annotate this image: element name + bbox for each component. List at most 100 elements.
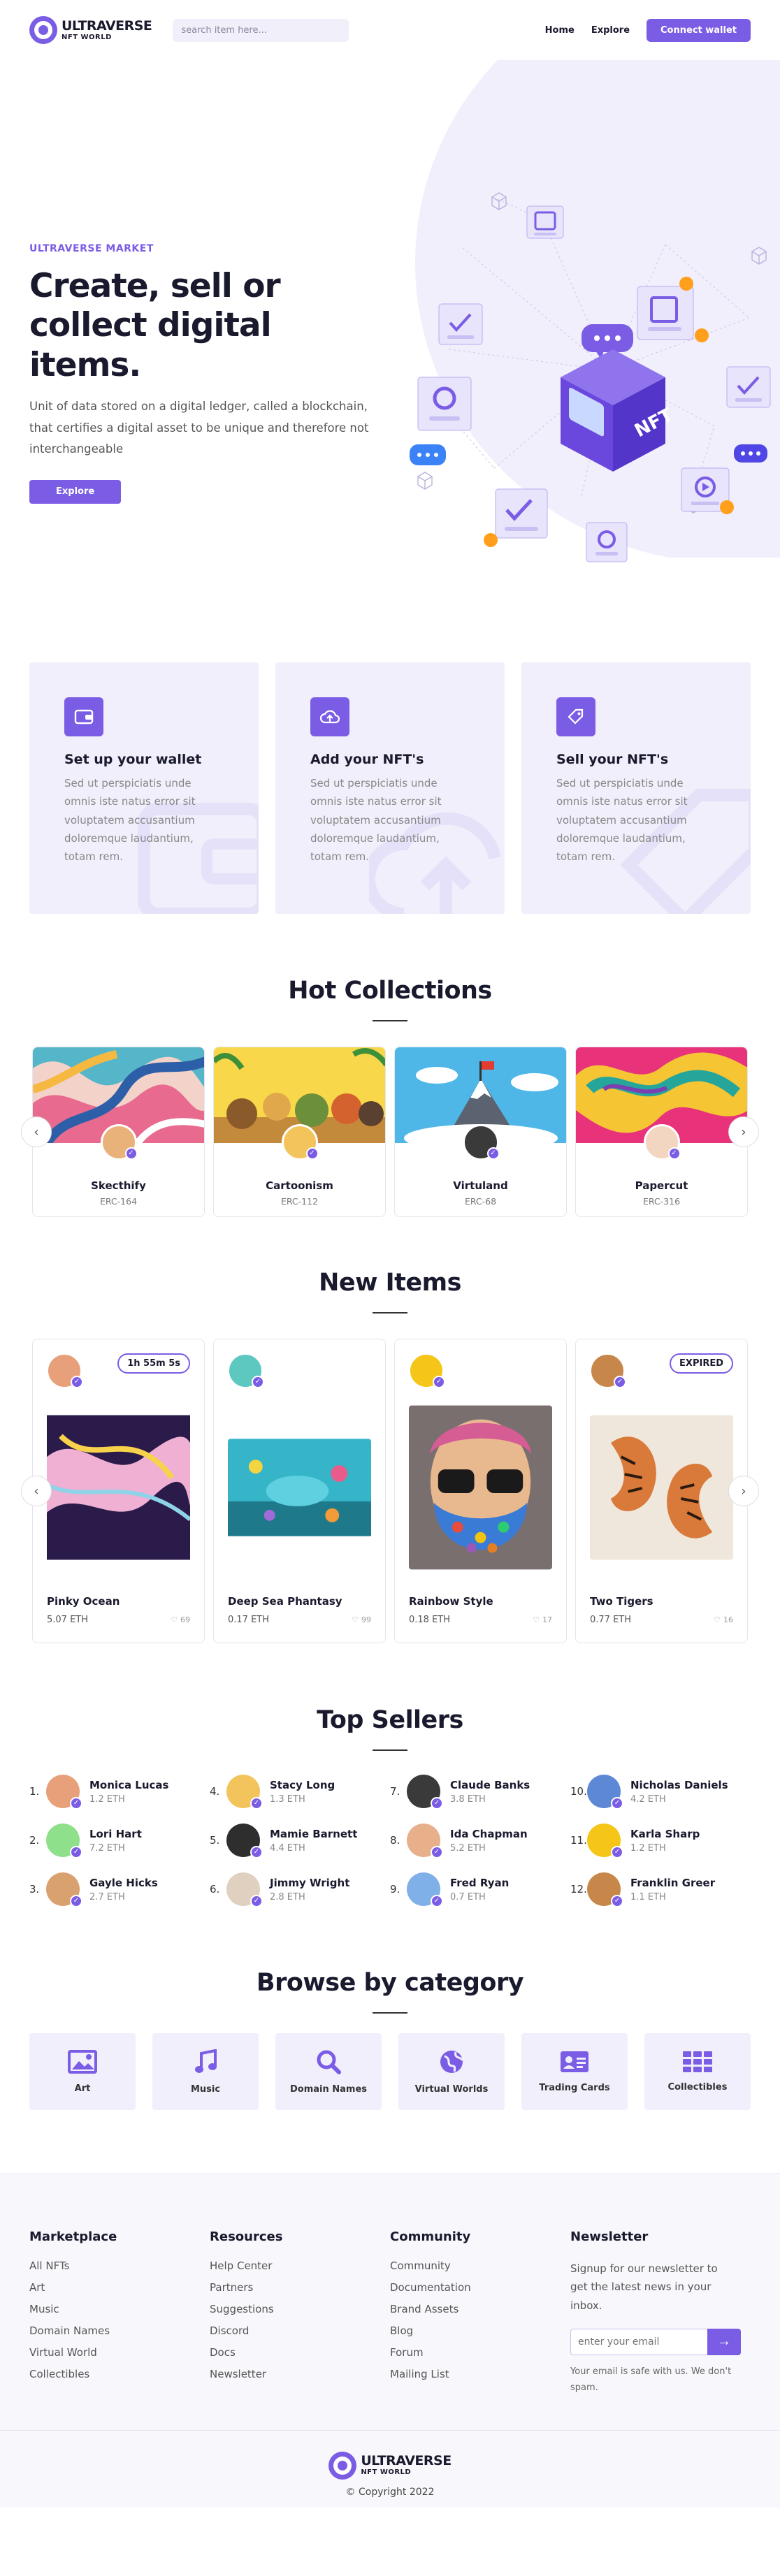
- newsletter-email-input[interactable]: [570, 2328, 707, 2355]
- footer-link[interactable]: Community: [390, 2260, 570, 2272]
- seller-item[interactable]: 4. ✓ Stacy Long 1.3 ETH: [210, 1775, 390, 1810]
- category-music[interactable]: Music: [152, 2033, 259, 2110]
- nav-explore-link[interactable]: Explore: [591, 25, 630, 36]
- item-name: Pinky Ocean: [47, 1595, 120, 1608]
- seller-item[interactable]: 5. ✓ Mamie Barnett 4.4 ETH: [210, 1824, 390, 1858]
- item-card[interactable]: ✓ 1h 55m 5s Pinky Ocean 5.07 ETH ♡ 69: [32, 1339, 205, 1643]
- footer-link[interactable]: All NFTs: [29, 2260, 210, 2272]
- seller-avatar[interactable]: ✓: [587, 1872, 623, 1907]
- seller-item[interactable]: 3. ✓ Gayle Hicks 2.7 ETH: [29, 1872, 210, 1907]
- seller-name[interactable]: Monica Lucas: [89, 1779, 168, 1791]
- footer-link[interactable]: Docs: [210, 2346, 390, 2359]
- footer-logo[interactable]: ULTRAVERSE NFT WORLD: [328, 2451, 452, 2480]
- footer-link[interactable]: Art: [29, 2281, 210, 2294]
- seller-name[interactable]: Franklin Greer: [630, 1877, 715, 1889]
- category-art[interactable]: Art: [29, 2033, 136, 2110]
- seller-name[interactable]: Nicholas Daniels: [630, 1779, 728, 1791]
- seller-item[interactable]: 10. ✓ Nicholas Daniels 4.2 ETH: [570, 1775, 751, 1810]
- seller-item[interactable]: 2. ✓ Lori Hart 7.2 ETH: [29, 1824, 210, 1858]
- footer-link[interactable]: Suggestions: [210, 2303, 390, 2315]
- seller-name[interactable]: Claude Banks: [450, 1779, 530, 1791]
- category-collectibles[interactable]: Collectibles: [644, 2033, 751, 2110]
- verified-check-icon: ✓: [486, 1147, 500, 1160]
- footer-link[interactable]: Discord: [210, 2324, 390, 2337]
- seller-avatar[interactable]: ✓: [407, 1872, 443, 1907]
- item-likes[interactable]: ♡ 69: [171, 1615, 190, 1624]
- seller-name[interactable]: Karla Sharp: [630, 1828, 700, 1840]
- newsletter-submit-button[interactable]: →: [707, 2328, 741, 2355]
- carousel-prev-button[interactable]: ‹: [21, 1476, 52, 1506]
- item-card[interactable]: ✓ EXPIRED Two Tigers 0.77 ETH ♡ 16: [575, 1339, 748, 1643]
- explore-button[interactable]: Explore: [29, 479, 122, 504]
- seller-name[interactable]: Mamie Barnett: [270, 1828, 357, 1840]
- search-input[interactable]: [173, 18, 349, 42]
- seller-name[interactable]: Jimmy Wright: [270, 1877, 349, 1889]
- seller-name[interactable]: Fred Ryan: [450, 1877, 509, 1889]
- seller-eth: 1.3 ETH: [270, 1793, 305, 1805]
- footer-link[interactable]: Newsletter: [210, 2368, 390, 2380]
- seller-name[interactable]: Lori Hart: [89, 1828, 142, 1840]
- seller-avatar[interactable]: ✓: [46, 1824, 82, 1858]
- item-likes[interactable]: ♡ 16: [714, 1615, 733, 1624]
- item-card[interactable]: ✓ Rainbow Style 0.18 ETH ♡ 17: [394, 1339, 567, 1643]
- footer-link[interactable]: Brand Assets: [390, 2303, 570, 2315]
- seller-item[interactable]: 7. ✓ Claude Banks 3.8 ETH: [390, 1775, 570, 1810]
- footer-link[interactable]: Collectibles: [29, 2368, 210, 2380]
- seller-eth: 1.1 ETH: [630, 1891, 666, 1902]
- creator-avatar[interactable]: ✓: [590, 1353, 626, 1388]
- seller-avatar[interactable]: ✓: [46, 1775, 82, 1810]
- category-trading-cards[interactable]: Trading Cards: [521, 2033, 628, 2110]
- seller-name[interactable]: Ida Chapman: [450, 1828, 528, 1840]
- seller-eth: 1.2 ETH: [89, 1793, 125, 1805]
- verified-check-icon: ✓: [305, 1147, 319, 1160]
- collection-card[interactable]: ✓ Papercut ERC-316: [575, 1047, 748, 1217]
- category-virtual-worlds[interactable]: Virtual Worlds: [398, 2033, 505, 2110]
- footer-link[interactable]: Domain Names: [29, 2324, 210, 2337]
- seller-avatar[interactable]: ✓: [226, 1872, 263, 1907]
- seller-avatar[interactable]: ✓: [226, 1824, 263, 1858]
- carousel-next-button[interactable]: ›: [728, 1116, 759, 1147]
- seller-item[interactable]: 6. ✓ Jimmy Wright 2.8 ETH: [210, 1872, 390, 1907]
- creator-avatar[interactable]: ✓: [228, 1353, 264, 1388]
- footer-link[interactable]: Music: [29, 2303, 210, 2315]
- seller-item[interactable]: 9. ✓ Fred Ryan 0.7 ETH: [390, 1872, 570, 1907]
- seller-avatar[interactable]: ✓: [587, 1824, 623, 1858]
- collection-card[interactable]: ✓ Virtuland ERC-68: [394, 1047, 567, 1217]
- footer-bottom: ULTRAVERSE NFT WORLD © Copyright 2022: [0, 2429, 780, 2508]
- creator-avatar[interactable]: ✓: [47, 1353, 83, 1388]
- item-likes[interactable]: ♡ 17: [533, 1615, 552, 1624]
- collection-card[interactable]: ✓ Skecthify ERC-164: [32, 1047, 205, 1217]
- seller-avatar[interactable]: ✓: [407, 1775, 443, 1810]
- brand-logo[interactable]: ULTRAVERSE NFT WORLD: [29, 16, 152, 44]
- footer-link[interactable]: Forum: [390, 2346, 570, 2359]
- item-likes[interactable]: ♡ 99: [352, 1615, 371, 1624]
- connect-wallet-button[interactable]: Connect wallet: [647, 18, 751, 42]
- seller-item[interactable]: 12. ✓ Franklin Greer 1.1 ETH: [570, 1872, 751, 1907]
- collection-code: ERC-316: [642, 1196, 681, 1207]
- seller-avatar[interactable]: ✓: [587, 1775, 623, 1810]
- feature-card: Set up your wallet Sed ut perspiciatis u…: [29, 662, 259, 914]
- carousel-next-button[interactable]: ›: [728, 1476, 759, 1506]
- seller-name[interactable]: Gayle Hicks: [89, 1877, 158, 1889]
- seller-avatar[interactable]: ✓: [226, 1775, 263, 1810]
- category-domain-names[interactable]: Domain Names: [275, 2033, 382, 2110]
- footer-link[interactable]: Documentation: [390, 2281, 570, 2294]
- creator-avatar[interactable]: ✓: [409, 1353, 445, 1388]
- item-card[interactable]: ✓ Deep Sea Phantasy 0.17 ETH ♡ 99: [213, 1339, 386, 1643]
- footer-link[interactable]: Mailing List: [390, 2368, 570, 2380]
- collection-card[interactable]: ✓ Cartoonism ERC-112: [213, 1047, 386, 1217]
- seller-name[interactable]: Stacy Long: [270, 1779, 335, 1791]
- seller-rank: 9.: [390, 1883, 400, 1895]
- nav-home-link[interactable]: Home: [545, 25, 575, 36]
- footer-link[interactable]: Help Center: [210, 2260, 390, 2272]
- seller-item[interactable]: 8. ✓ Ida Chapman 5.2 ETH: [390, 1824, 570, 1858]
- seller-avatar[interactable]: ✓: [407, 1824, 443, 1858]
- carousel-prev-button[interactable]: ‹: [21, 1116, 52, 1147]
- seller-item[interactable]: 1. ✓ Monica Lucas 1.2 ETH: [29, 1775, 210, 1810]
- arrow-right-icon: →: [717, 2334, 731, 2350]
- seller-item[interactable]: 11. ✓ Karla Sharp 1.2 ETH: [570, 1824, 751, 1858]
- footer-link[interactable]: Partners: [210, 2281, 390, 2294]
- seller-avatar[interactable]: ✓: [46, 1872, 82, 1907]
- footer-link[interactable]: Blog: [390, 2324, 570, 2337]
- footer-link[interactable]: Virtual World: [29, 2346, 210, 2359]
